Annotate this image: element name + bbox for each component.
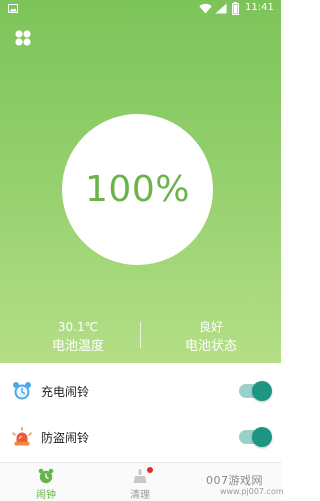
tab-alarm[interactable]: 闹钟: [11, 463, 81, 501]
charge-alarm-label: 充电闹铃: [41, 385, 90, 399]
grid-menu-icon[interactable]: [14, 29, 32, 47]
toggle-knob: [252, 381, 272, 401]
signal-icon: [215, 3, 227, 14]
alarm-clock-icon: [13, 382, 31, 400]
tab-clean-badge: [147, 467, 153, 473]
tab-clean[interactable]: 清理: [105, 463, 175, 501]
wifi-icon: [199, 3, 212, 14]
toggle-knob: [252, 427, 272, 447]
health-label: 电池状态: [184, 339, 237, 354]
anti-theft-alarm-label: 防盗闹铃: [41, 431, 90, 445]
tab-alarm-label: 闹钟: [36, 490, 56, 501]
watermark-url: www.pj007.com: [220, 487, 284, 496]
siren-icon: [12, 427, 32, 446]
status-time: 11:41: [245, 2, 274, 13]
charge-alarm-toggle[interactable]: [239, 381, 272, 401]
health-value: 良好: [198, 320, 223, 334]
image-icon: [8, 4, 18, 13]
broom-icon: [133, 469, 147, 483]
temperature-label: 电池温度: [51, 339, 104, 354]
tab-clean-label: 清理: [130, 490, 150, 501]
charge-alarm-row: 充电闹铃: [0, 369, 281, 415]
alarm-clock-icon: [38, 468, 54, 484]
anti-theft-alarm-toggle[interactable]: [239, 427, 272, 447]
watermark-text: 007游戏网: [206, 474, 263, 487]
anti-theft-alarm-row: 防盗闹铃: [0, 415, 281, 461]
battery-temperature: 30.1℃ 电池温度: [8, 319, 148, 356]
site-watermark: 007游戏网 www.pj007.com: [206, 472, 284, 498]
battery-level-circle: 100%: [62, 114, 213, 265]
status-bar: 11:41: [0, 0, 281, 18]
temperature-value: 30.1℃: [57, 320, 99, 334]
battery-icon: [232, 2, 239, 15]
battery-health: 良好 电池状态: [141, 319, 281, 356]
battery-percent: 100%: [85, 169, 190, 210]
